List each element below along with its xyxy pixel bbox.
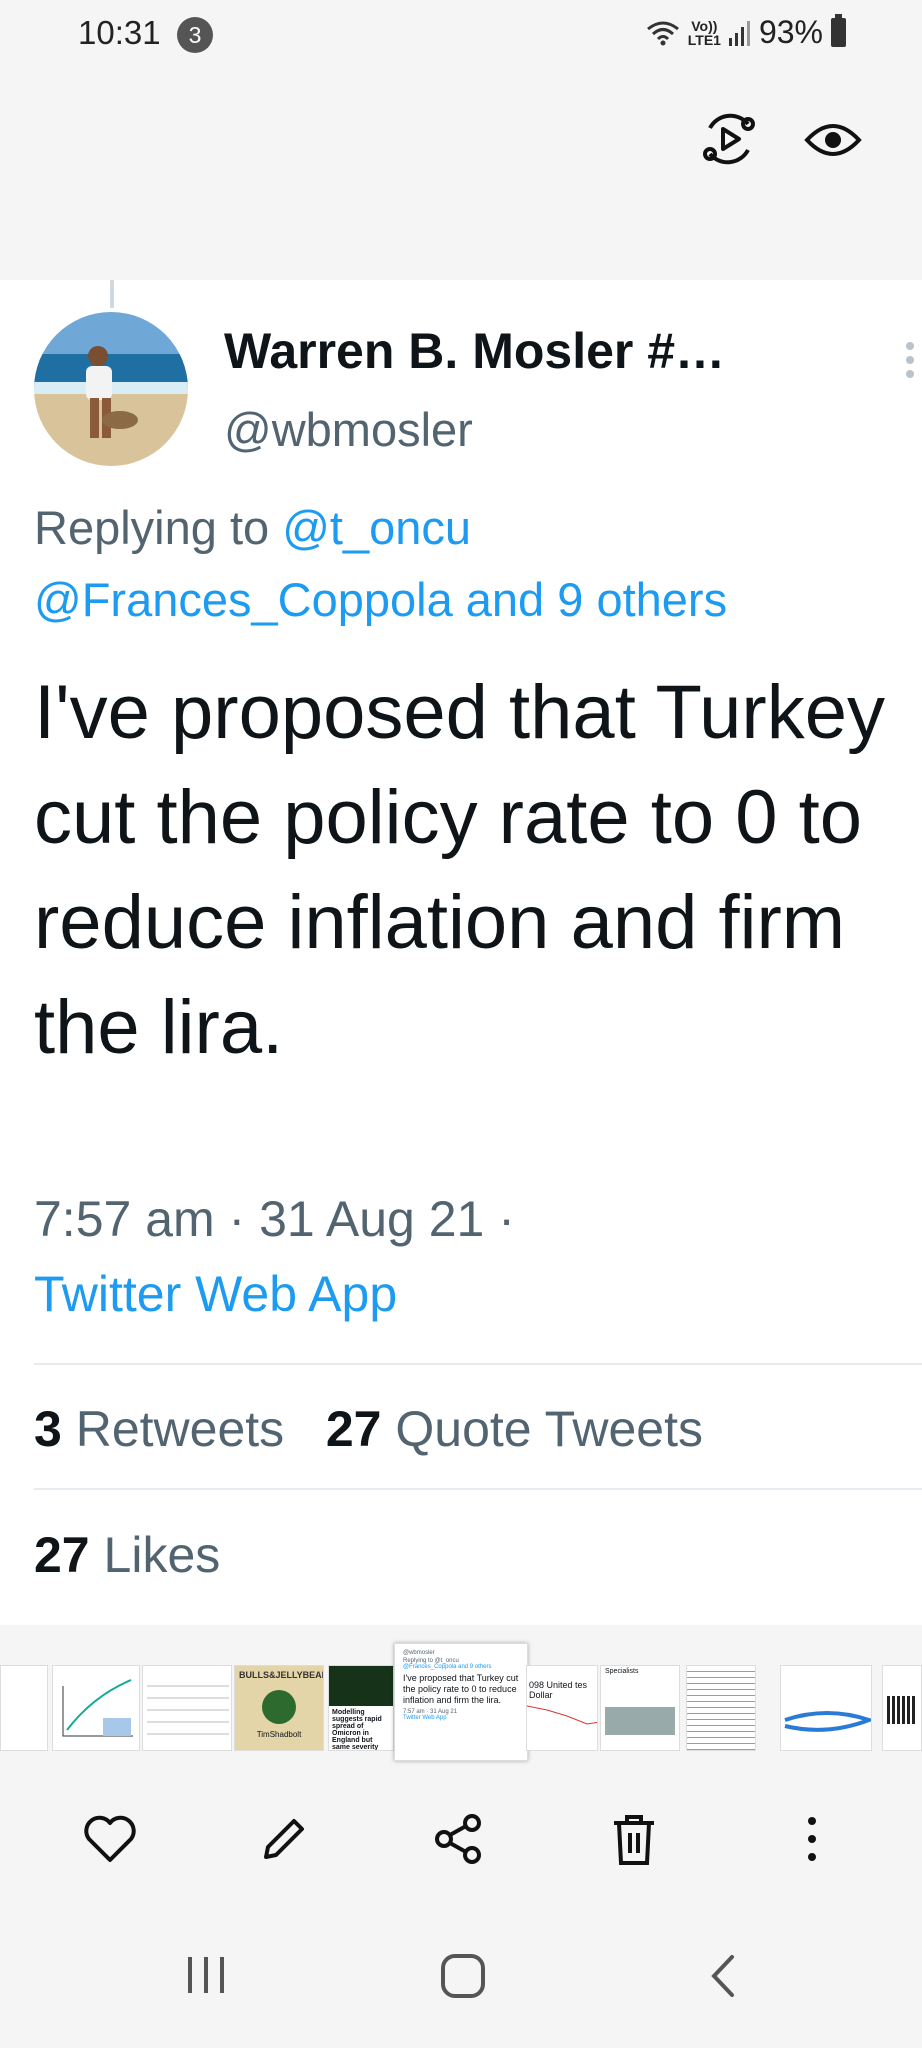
share-icon[interactable]	[432, 1813, 484, 1865]
thumb-text: I've proposed that Turkey cut the policy…	[403, 1673, 519, 1705]
likes-stat[interactable]: 27 Likes	[34, 1526, 220, 1584]
volte-label: Vo))	[691, 17, 718, 34]
motion-photo-icon[interactable]	[700, 110, 758, 168]
author-name[interactable]: Warren B. Mosler #…	[224, 322, 725, 380]
battery-percent: 93%	[758, 14, 823, 50]
network-type: Vo)) LTE1	[688, 19, 721, 47]
thumbnail[interactable]	[686, 1665, 756, 1751]
system-nav-bar	[0, 1905, 922, 2048]
thumb-text: TimShadbolt	[256, 1730, 302, 1739]
signal-icon	[728, 20, 750, 46]
thumbnail[interactable]	[52, 1665, 140, 1751]
thumbnail[interactable]	[882, 1665, 922, 1751]
lte-label: LTE1	[687, 31, 721, 48]
thumbnail[interactable]: Specialists	[600, 1665, 680, 1751]
engagement-stats: 3 Retweets 27 Quote Tweets	[34, 1400, 703, 1458]
author-handle[interactable]: @wbmosler	[224, 402, 473, 457]
more-options-icon[interactable]	[898, 342, 922, 384]
thumb-text: BULLS	[239, 1670, 269, 1680]
retweets-stat[interactable]: 3 Retweets	[34, 1401, 284, 1457]
thumbnail-current[interactable]: @wbmosler Replying to @t_oncu @Frances_C…	[394, 1643, 528, 1761]
heart-icon[interactable]	[82, 1813, 138, 1865]
status-bar: 10:31 3 Vo)) LTE1 93%	[0, 0, 922, 70]
thumbnail[interactable]	[0, 1665, 48, 1751]
tweet-card: Warren B. Mosler #… @wbmosler Replying t…	[0, 280, 922, 1625]
battery-icon	[831, 14, 846, 47]
divider	[34, 1488, 922, 1490]
home-icon[interactable]	[440, 1953, 486, 1999]
back-icon[interactable]	[706, 1953, 738, 1999]
quote-tweets-stat[interactable]: 27 Quote Tweets	[326, 1401, 703, 1457]
thumb-text: Modelling suggests rapid spread of Omicr…	[332, 1709, 382, 1751]
trash-icon[interactable]	[610, 1813, 658, 1867]
avatar[interactable]	[34, 312, 188, 466]
thumb-text: JELLYBEANS	[275, 1670, 324, 1680]
thumbnail[interactable]	[780, 1665, 872, 1751]
viewer-top-bar	[0, 70, 922, 280]
status-time: 10:31	[78, 14, 161, 51]
thumb-text: Twitter Web App	[403, 1715, 447, 1721]
wifi-icon	[646, 21, 679, 45]
bottom-action-bar	[0, 1775, 922, 1905]
tweet-timestamp: 7:57 am · 31 Aug 21 ·	[34, 1191, 515, 1247]
thumb-text: @wbmosler	[403, 1650, 435, 1656]
more-vertical-icon[interactable]	[798, 1813, 826, 1865]
tweet-source-link[interactable]: Twitter Web App	[34, 1265, 397, 1323]
thumbnail[interactable]: 098 United tes Dollar	[526, 1665, 598, 1751]
thumb-text: Specialists	[605, 1668, 639, 1675]
thumbnail[interactable]: Modelling suggests rapid spread of Omicr…	[328, 1665, 394, 1751]
reply-others-link[interactable]: @Frances_Coppola and 9 others	[34, 572, 727, 627]
thread-line	[110, 280, 114, 308]
thumbnail[interactable]: BULLS&JELLYBEANS TimShadbolt	[234, 1665, 324, 1751]
recents-icon[interactable]	[184, 1953, 228, 1997]
replying-to-line: Replying to @t_oncu	[34, 500, 471, 555]
status-indicators: Vo)) LTE1 93%	[646, 14, 846, 51]
avatar-image	[34, 312, 188, 466]
reply-mention-link[interactable]: @t_oncu	[282, 501, 471, 554]
gallery-filmstrip[interactable]: BULLS&JELLYBEANS TimShadbolt Modelling s…	[0, 1625, 922, 1775]
thumb-text: Replying to @t_oncu	[403, 1658, 459, 1664]
tweet-text: I've proposed that Turkey cut the policy…	[34, 670, 885, 1070]
eye-icon[interactable]	[804, 120, 862, 160]
notification-count-badge: 3	[177, 17, 213, 53]
divider	[34, 1363, 922, 1365]
pencil-icon[interactable]	[258, 1813, 310, 1865]
thumb-text: 098 United tes Dollar	[529, 1680, 588, 1700]
replying-to-prefix: Replying to	[34, 501, 283, 554]
thumbnail[interactable]	[142, 1665, 232, 1751]
